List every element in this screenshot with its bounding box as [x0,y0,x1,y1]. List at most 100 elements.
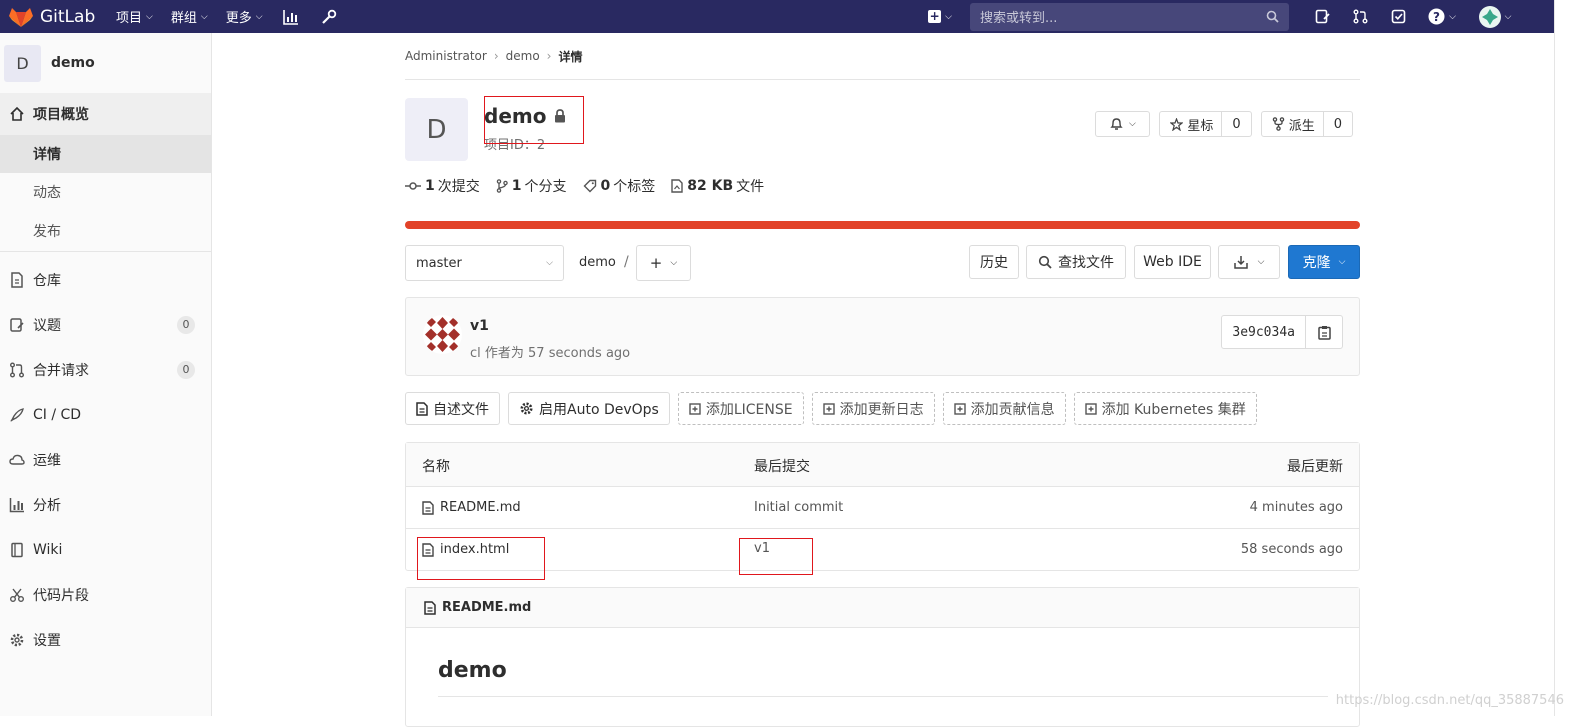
branch-dropdown[interactable]: master ⌵ [405,245,564,281]
readme-button[interactable]: 自述文件 [405,392,500,425]
home-icon [9,106,25,122]
sidebar-item-operations[interactable]: 运维 [0,437,211,482]
search-icon [1038,255,1052,269]
star-icon [1170,118,1183,131]
file-size-icon [671,179,683,193]
add-contributing-button[interactable]: 添加贡献信息 [943,392,1066,425]
column-last-update: 最后更新 [1287,456,1343,476]
help-dropdown[interactable]: ? ⌵ [1426,7,1458,27]
plus-square-icon [1085,403,1097,415]
tag-icon [583,179,597,193]
issues-count-badge: 0 [177,316,195,334]
sidebar-item-wiki[interactable]: Wiki [0,527,211,572]
file-icon [422,501,434,515]
nav-more[interactable]: 更多⌵ [226,7,263,26]
sidebar-item-releases[interactable]: 发布 [0,211,211,251]
sidebar-item-ci-cd[interactable]: CI / CD [0,392,211,437]
todos-icon[interactable] [1388,7,1408,27]
merge-requests-count-badge: 0 [177,361,195,379]
star-count: 0 [1221,112,1250,136]
readme-filename[interactable]: README.md [442,600,531,615]
add-to-tree-dropdown[interactable]: + ⌵ [636,245,691,281]
scissors-icon [9,587,25,603]
chevron-right-icon: › [494,49,499,63]
merge-request-icon [9,362,25,378]
file-link[interactable]: README.md [422,500,521,515]
activity-chart-icon[interactable] [281,7,301,27]
readme-header: README.md [406,588,1359,628]
search-placeholder: 搜索或转到... [980,7,1057,26]
sidebar-item-settings[interactable]: 设置 [0,617,211,662]
quick-actions: 自述文件 启用Auto DevOps 添加LICENSE 添加更新日志 添加贡献… [405,392,1265,425]
commit-meta: cl 作者为 57 seconds ago [470,342,630,361]
chevron-down-icon: ⌵ [201,12,208,22]
sidebar-item-snippets[interactable]: 代码片段 [0,572,211,617]
fork-button[interactable]: 派生 0 [1261,111,1353,137]
add-license-button[interactable]: 添加LICENSE [678,392,804,425]
scrollbar[interactable] [1554,0,1572,716]
commit-author-avatar[interactable] [423,315,462,354]
user-menu[interactable]: ⌵ [1476,7,1514,27]
plus-icon: + [650,254,663,272]
nav-projects[interactable]: 项目⌵ [116,7,153,26]
breadcrumb-details[interactable]: 详情 [558,48,582,65]
table-header: 名称 最后提交 最后更新 [406,443,1359,486]
commit-title[interactable]: v1 [470,318,489,334]
stat-storage[interactable]: 82 KB文件 [671,176,764,196]
gitlab-logo[interactable]: GitLab [8,6,116,28]
table-row[interactable]: README.md Initial commit 4 minutes ago [406,486,1359,528]
add-kubernetes-cluster-button[interactable]: 添加 Kubernetes 集群 [1074,392,1257,425]
download-icon [1234,255,1248,269]
search-icon [1266,10,1279,23]
admin-wrench-icon[interactable] [319,7,339,27]
sidebar-project-name: demo [51,55,95,71]
find-file-button[interactable]: 查找文件 [1026,245,1126,279]
sidebar-item-analytics[interactable]: 分析 [0,482,211,527]
chart-icon [9,497,25,513]
stat-tags[interactable]: 0个标签 [583,176,656,196]
breadcrumb-demo[interactable]: demo [506,49,540,63]
new-item-dropdown[interactable]: + ⌵ [928,10,952,23]
updated-time: 4 minutes ago [1250,500,1343,515]
sidebar-item-issues[interactable]: 议题 0 [0,302,211,347]
repo-path-root[interactable]: demo [579,255,616,270]
search-input[interactable]: 搜索或转到... [970,3,1289,31]
breadcrumb: Administrator › demo › 详情 [405,33,1360,80]
file-icon [424,601,436,615]
nav-groups[interactable]: 群组⌵ [171,7,208,26]
column-name: 名称 [422,456,450,476]
sidebar-item-activity[interactable]: 动态 [0,173,211,211]
breadcrumb-administrator[interactable]: Administrator [405,49,487,63]
sidebar-item-details[interactable]: 详情 [0,135,211,173]
chevron-down-icon: ⌵ [945,12,952,22]
help-icon: ? [1428,8,1445,25]
column-last-commit: 最后提交 [754,456,810,476]
add-changelog-button[interactable]: 添加更新日志 [812,392,935,425]
clone-dropdown-button[interactable]: 克隆 ⌵ [1288,245,1360,279]
stat-branches[interactable]: 1个分支 [496,176,567,196]
notification-dropdown[interactable]: ⌵ [1095,111,1150,137]
sidebar-project-header[interactable]: D demo [0,33,211,93]
commit-sha[interactable]: 3e9c034a [1222,316,1306,348]
table-row[interactable]: index.html v1 58 seconds ago [406,528,1359,570]
annotation-box [739,538,813,575]
annotation-box [484,96,584,144]
download-dropdown[interactable]: ⌵ [1218,245,1280,279]
issues-todo-icon[interactable] [1312,7,1332,27]
sidebar-item-repository[interactable]: 仓库 [0,257,211,302]
fork-count: 0 [1323,112,1352,136]
merge-requests-icon[interactable] [1350,7,1370,27]
sidebar-item-overview[interactable]: 项目概览 [0,93,211,135]
stat-commits[interactable]: 1次提交 [405,176,480,196]
web-ide-button[interactable]: Web IDE [1134,245,1211,279]
copy-sha-button[interactable] [1306,316,1342,348]
enable-auto-devops-button[interactable]: 启用Auto DevOps [508,392,670,425]
bell-icon [1110,117,1123,131]
plus-square-icon [823,403,835,415]
sidebar-item-merge-requests[interactable]: 合并请求 0 [0,347,211,392]
commit-icon [405,181,421,191]
chevron-down-icon: ⌵ [670,258,677,268]
history-button[interactable]: 历史 [969,245,1019,279]
commit-message-link[interactable]: Initial commit [754,500,843,515]
star-button[interactable]: 星标 0 [1159,111,1251,137]
